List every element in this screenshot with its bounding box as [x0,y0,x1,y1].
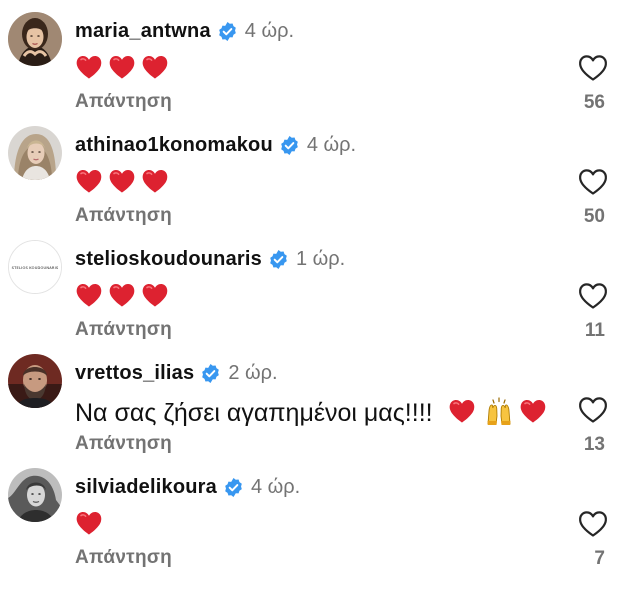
comment-item: vrettos_ilias 2 ώρ. Να σας ζήσει αγαπημέ… [0,342,633,456]
username[interactable]: silviadelikoura [75,476,217,499]
woman-bw-avatar-icon [8,468,62,522]
avatar[interactable] [8,126,62,180]
reply-button[interactable]: Απάντηση [75,205,172,227]
reply-button[interactable]: Απάντηση [75,433,172,455]
red-heart-emoji-icon [141,54,169,80]
timestamp: 4 ώρ. [306,134,357,156]
woman-portrait-avatar-icon [8,12,62,66]
red-heart-emoji-icon [75,54,103,80]
reply-button[interactable]: Απάντηση [75,319,172,341]
heart-outline-icon [578,168,608,196]
comment-header: vrettos_ilias 2 ώρ. [75,362,278,385]
timestamp: 4 ώρ. [244,20,295,42]
like-count: 13 [583,434,605,455]
heart-outline-icon [578,510,608,538]
red-heart-emoji-icon [108,168,136,194]
red-heart-emoji-icon [75,510,103,536]
reply-button[interactable]: Απάντηση [75,547,172,569]
avatar[interactable] [8,12,62,66]
like-count: 50 [583,206,605,227]
heart-outline-icon [578,396,608,424]
comment-item: STELIOS KOUDOUNARIS stelioskoudounaris 1… [0,228,633,342]
timestamp: 1 ώρ. [295,248,346,270]
like-button[interactable] [578,396,608,424]
like-button[interactable] [578,168,608,196]
avatar[interactable] [8,354,62,408]
comment-header: athinao1konomakou 4 ώρ. [75,134,356,157]
like-button[interactable] [578,282,608,310]
heart-outline-icon [578,282,608,310]
verified-badge-icon [223,477,244,498]
verified-badge-icon [268,249,289,270]
username[interactable]: maria_antwna [75,20,211,43]
comment-header: maria_antwna 4 ώρ. [75,20,294,43]
red-heart-emoji-icon [141,168,169,194]
like-count: 56 [583,92,605,113]
comment-body [75,510,108,540]
brand-logo-avatar-icon: STELIOS KOUDOUNARIS [9,241,61,293]
comment-item: maria_antwna 4 ώρ. Απάντηση 56 [0,0,633,114]
timestamp: 4 ώρ. [250,476,301,498]
woman-blonde-avatar-icon [8,126,62,180]
red-heart-emoji-icon [75,168,103,194]
comment-item: athinao1konomakou 4 ώρ. Απάντηση 50 [0,114,633,228]
comment-header: stelioskoudounaris 1 ώρ. [75,248,345,271]
timestamp: 2 ώρ. [228,362,278,384]
verified-badge-icon [279,135,300,156]
comment-header: silviadelikoura 4 ώρ. [75,476,300,499]
red-heart-emoji-icon [75,282,103,308]
comment-text: Να σας ζήσει αγαπημένοι μας!!!! [75,399,433,427]
avatar[interactable]: STELIOS KOUDOUNARIS [8,240,62,294]
like-count: 7 [594,548,605,569]
verified-badge-icon [200,363,221,384]
like-button[interactable] [578,54,608,82]
red-heart-emoji-icon [448,398,476,424]
avatar[interactable] [8,468,62,522]
like-count: 11 [584,320,605,341]
comment-body [75,282,174,312]
reply-button[interactable]: Απάντηση [75,91,172,113]
comment-body: Να σας ζήσει αγαπημένοι μας!!!! [75,396,552,428]
comment-body [75,168,174,198]
comments-list: maria_antwna 4 ώρ. Απάντηση 56 athinao1k… [0,0,633,590]
red-heart-emoji-icon [519,398,547,424]
heart-outline-icon [578,54,608,82]
comment-item: silviadelikoura 4 ώρ. Απάντηση 7 [0,456,633,570]
verified-badge-icon [217,21,238,42]
red-heart-emoji-icon [141,282,169,308]
username[interactable]: vrettos_ilias [75,362,194,385]
username[interactable]: athinao1konomakou [75,134,273,157]
raising-hands-emoji-icon [484,396,514,426]
brand-logo-text: STELIOS KOUDOUNARIS [12,266,59,270]
like-button[interactable] [578,510,608,538]
username[interactable]: stelioskoudounaris [75,248,262,271]
comment-body [75,54,174,84]
red-heart-emoji-icon [108,54,136,80]
man-bearded-avatar-icon [8,354,62,408]
red-heart-emoji-icon [108,282,136,308]
